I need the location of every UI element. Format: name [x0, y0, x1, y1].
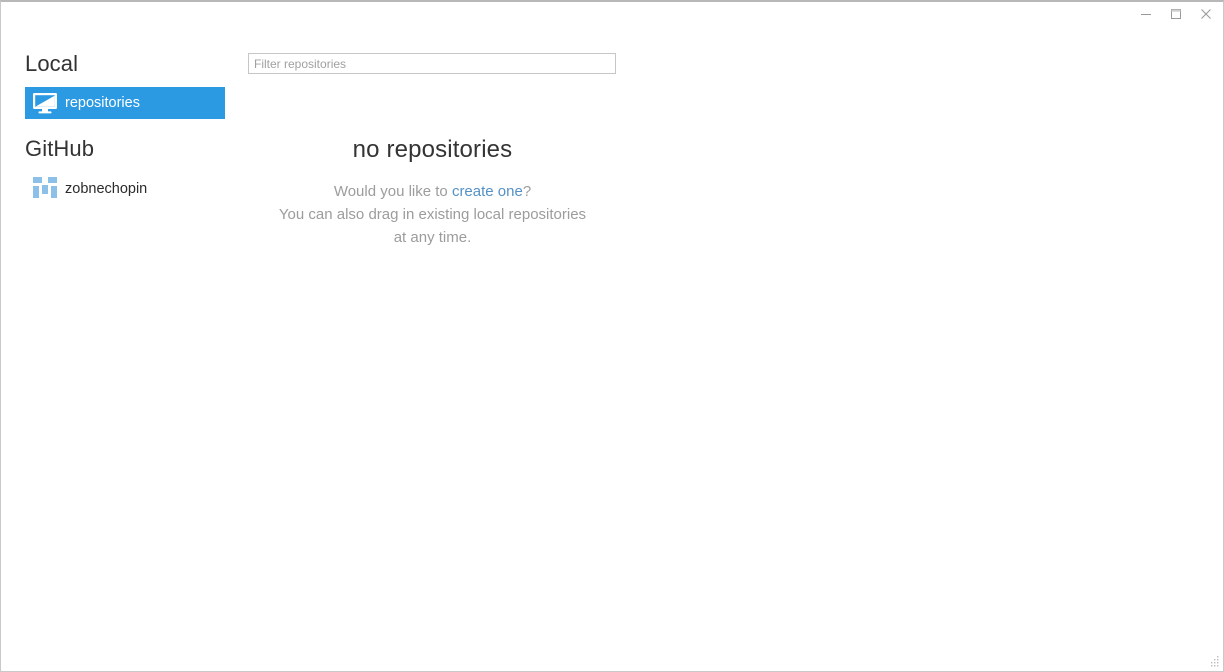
- empty-state-body: Would you like to create one? You can al…: [241, 180, 624, 249]
- app-window: create refresh tools Local: [0, 0, 1224, 672]
- empty-state-line-1-prefix: Would you like to: [333, 182, 452, 200]
- maximize-button[interactable]: [1161, 3, 1191, 25]
- empty-state-line-1-suffix: ?: [522, 182, 532, 200]
- minimize-icon: [1140, 8, 1152, 20]
- sidebar-item-repositories[interactable]: repositories: [25, 87, 225, 119]
- create-one-link[interactable]: create one: [452, 183, 523, 200]
- filter-repositories-input[interactable]: [248, 53, 616, 74]
- close-icon: [1200, 8, 1212, 20]
- monitor-icon: [25, 92, 65, 114]
- sidebar-item-repositories-label: repositories: [65, 95, 140, 111]
- maximize-icon: [1170, 8, 1182, 20]
- sidebar-item-account-label: zobnechopin: [65, 181, 148, 197]
- empty-state-line-2: You can also drag in existing local repo…: [278, 205, 587, 223]
- filter-container: [248, 53, 616, 74]
- main-panel: no repositories Would you like to create…: [241, 26, 1223, 671]
- empty-state-line-1: Would you like to create one?: [241, 180, 624, 203]
- sidebar-heading-local: Local: [25, 51, 79, 76]
- sidebar-item-account[interactable]: zobnechopin: [25, 172, 225, 206]
- sidebar: Local repositories GitHub zobnechopin: [1, 26, 241, 671]
- empty-state: no repositories Would you like to create…: [241, 136, 624, 249]
- empty-state-line-3: at any time.: [393, 228, 472, 246]
- avatar: [25, 174, 65, 204]
- minimize-button[interactable]: [1131, 3, 1161, 25]
- resize-grip[interactable]: [1205, 653, 1221, 669]
- sidebar-heading-github: GitHub: [25, 136, 95, 161]
- close-button[interactable]: [1191, 3, 1221, 25]
- empty-state-title: no repositories: [352, 136, 513, 163]
